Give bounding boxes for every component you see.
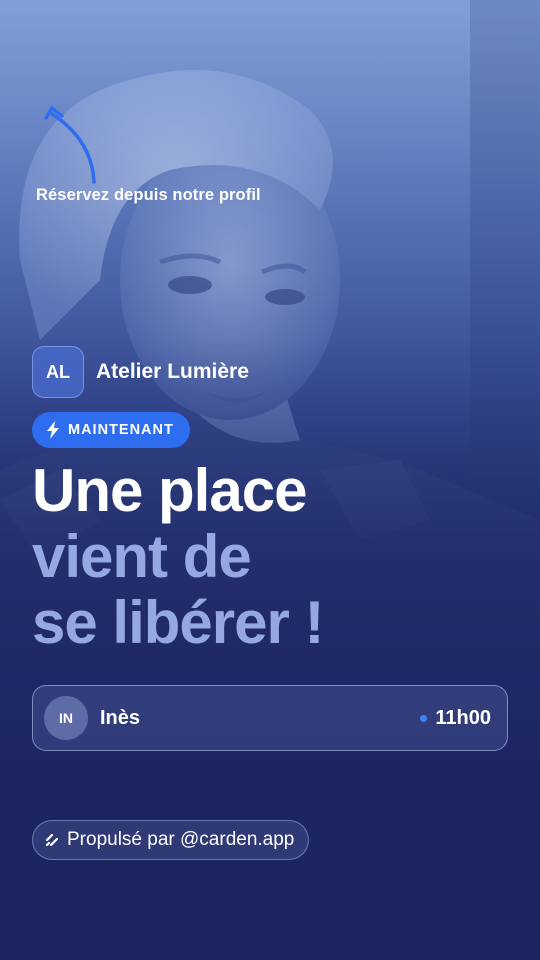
story-card: Réservez depuis notre profil AL Atelier … [0,0,540,960]
curved-arrow-icon [44,106,96,184]
powered-by-pill[interactable]: Propulsé par @carden.app [32,820,310,860]
headline: Une place vient de se libérer ! [32,458,324,656]
profile-hint: Réservez depuis notre profil [36,186,261,204]
status-dot-icon [420,714,428,722]
lightning-icon [47,421,59,439]
slot-time: 11h00 [420,707,491,730]
headline-line-1: Une place [32,457,307,524]
now-badge: MAINTENANT [32,412,190,448]
business-header: AL Atelier Lumière [32,346,249,398]
staff-avatar: IN [44,696,88,740]
now-badge-label: MAINTENANT [68,422,174,438]
slot-time-label: 11h00 [435,706,491,729]
staff-name: Inès [100,706,141,729]
business-name: Atelier Lumière [96,360,249,383]
carden-logo-icon [45,833,59,847]
powered-by-label: Propulsé par @carden.app [67,829,295,850]
business-avatar: AL [32,346,84,398]
available-slot-card[interactable]: IN Inès 11h00 [32,685,508,751]
headline-line-2: vient de [32,523,252,590]
headline-line-3: se libérer ! [32,589,324,656]
